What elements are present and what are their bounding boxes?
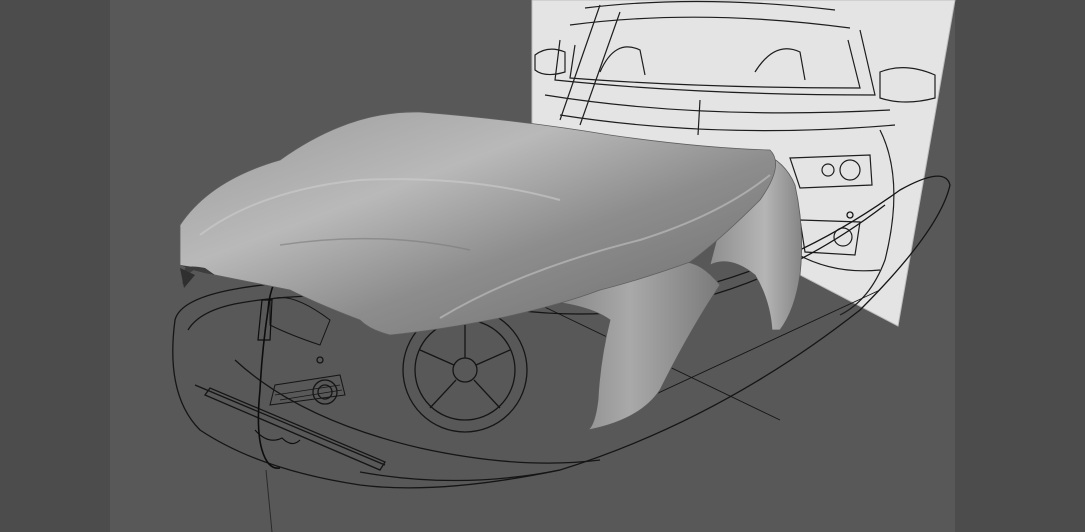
scene-canvas[interactable]	[0, 0, 1085, 532]
3d-viewport[interactable]	[0, 0, 1085, 532]
hood-and-fender-mesh[interactable]	[179, 111, 803, 431]
